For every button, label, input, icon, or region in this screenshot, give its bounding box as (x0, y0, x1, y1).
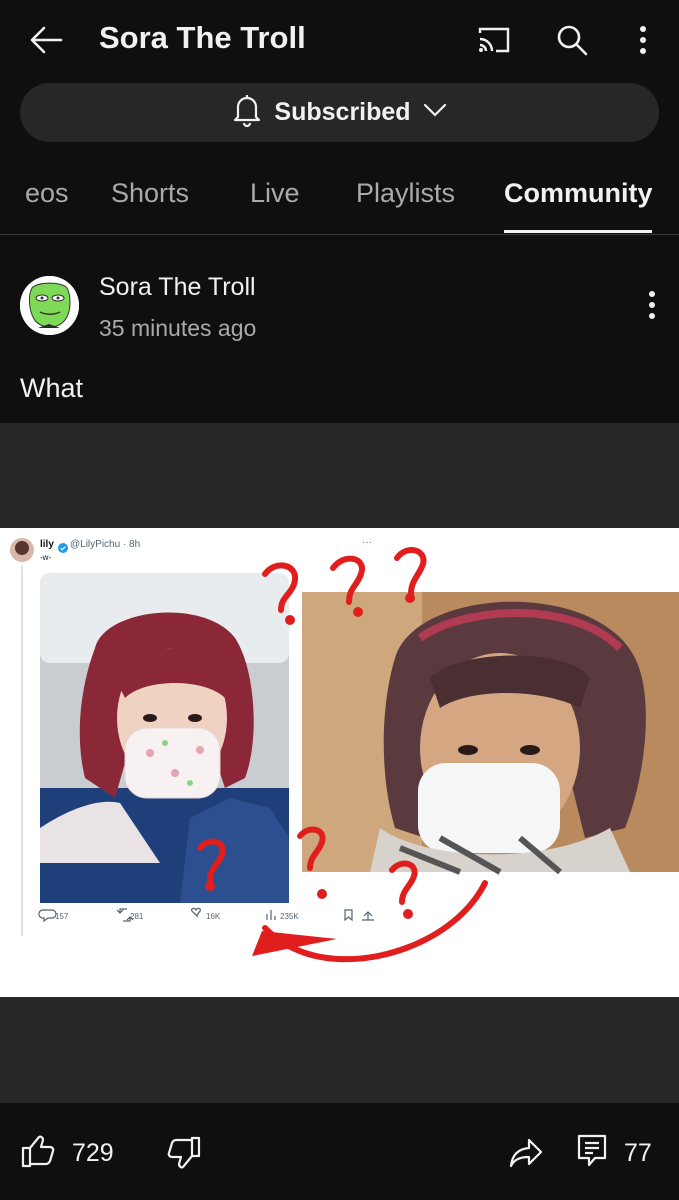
dislike-icon[interactable] (166, 1135, 202, 1171)
comments-icon[interactable] (576, 1133, 608, 1169)
tweet-author-name: lily (40, 539, 54, 550)
tab-shorts[interactable]: Shorts (111, 178, 189, 209)
share-icon[interactable] (508, 1135, 544, 1171)
search-icon[interactable] (552, 20, 592, 60)
channel-title: Sora The Troll (99, 20, 306, 55)
tweet-views-count: 235K (280, 912, 299, 921)
subscribed-label: Subscribed (274, 98, 411, 126)
active-tab-indicator (504, 230, 652, 233)
channel-tabs: eos Shorts Live Playlists Community (0, 160, 679, 235)
chevron-down-icon (423, 103, 447, 122)
avatar[interactable] (20, 276, 79, 335)
tab-videos[interactable]: eos (25, 178, 69, 209)
like-count: 729 (72, 1139, 114, 1167)
tweet-replies-count: 157 (55, 912, 69, 921)
tweet-likes-count: 16K (206, 912, 221, 921)
comment-count: 77 (624, 1139, 652, 1167)
post-actions-bar: 729 77 (0, 1103, 679, 1200)
post-timestamp: 35 minutes ago (99, 315, 257, 341)
cast-icon[interactable] (474, 22, 514, 58)
tab-community[interactable]: Community (504, 178, 653, 209)
more-vert-icon[interactable] (628, 20, 658, 60)
tweet-handle: @LilyPichu · 8h (70, 539, 141, 550)
back-arrow-icon[interactable] (24, 20, 68, 60)
post-image[interactable]: lily @LilyPichu · 8h ··· -w- 157 281 16K… (0, 528, 679, 997)
tweet-more-icon: ··· (362, 537, 372, 548)
bell-icon (232, 93, 262, 132)
top-bar: Sora The Troll (0, 0, 679, 82)
tab-live[interactable]: Live (250, 178, 300, 209)
tweet-retweets-count: 281 (130, 912, 144, 921)
post-channel-name[interactable]: Sora The Troll (99, 273, 256, 302)
post-text: What (20, 373, 84, 403)
like-icon[interactable] (20, 1133, 56, 1169)
tweet-text: -w- (40, 553, 52, 562)
post-more-vert-icon[interactable] (640, 290, 664, 320)
subscribed-button[interactable]: Subscribed (20, 83, 659, 142)
tab-playlists[interactable]: Playlists (356, 178, 455, 209)
verified-icon (58, 540, 68, 558)
